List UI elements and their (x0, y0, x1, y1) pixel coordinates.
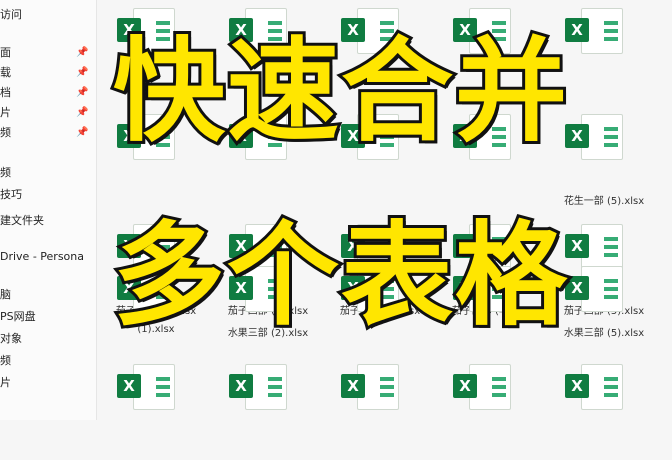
sidebar-item-label: 频 (0, 126, 11, 139)
pin-icon: 📌 (76, 67, 89, 78)
sidebar-item[interactable]: 频 (0, 164, 96, 182)
sidebar-item-label: Drive - Persona (0, 250, 84, 263)
file-item[interactable]: X (212, 350, 324, 460)
sidebar-item[interactable]: PS网盘 (0, 308, 96, 326)
pin-icon: 📌 (76, 87, 89, 98)
file-item[interactable]: X (548, 350, 660, 460)
file-item[interactable]: X (436, 350, 548, 460)
sidebar-item[interactable]: Drive - Persona (0, 248, 96, 266)
sidebar-item[interactable]: 访问 (0, 6, 96, 24)
pin-icon: 📌 (76, 107, 89, 118)
sidebar-item-label: 脑 (0, 288, 11, 301)
sidebar-item-label: 技巧 (0, 188, 22, 201)
sidebar-item[interactable]: 频 (0, 352, 96, 370)
file-item[interactable]: X (100, 350, 212, 460)
sidebar-item-label: 对象 (0, 332, 22, 345)
sidebar-item[interactable]: 片 (0, 374, 96, 392)
file-name: 花生一部 (5).xlsx (563, 196, 645, 207)
excel-file-icon: X (339, 364, 399, 410)
sidebar-item[interactable]: 技巧 (0, 186, 96, 204)
sidebar-item-label: 档 (0, 86, 11, 99)
sidebar-item-label: 访问 (0, 8, 22, 21)
sidebar-item-label: 片 (0, 376, 11, 389)
sidebar-item-label: 频 (0, 166, 11, 179)
navigation-pane[interactable]: 访问面 📌 载 📌 档 📌 片 📌 频 📌 频技巧 建文件夹 Drive - Persona 脑 PS网盘对… (0, 0, 97, 420)
sidebar-item-label: PS网盘 (0, 310, 36, 323)
excel-file-icon: X (227, 364, 287, 410)
sidebar-item[interactable]: 对象 (0, 330, 96, 348)
pin-icon: 📌 (76, 127, 89, 138)
excel-file-icon: X (563, 364, 623, 410)
sidebar-item-label: 频 (0, 354, 11, 367)
sidebar-item-label: 载 (0, 66, 11, 79)
pin-icon: 📌 (76, 47, 89, 58)
excel-file-icon: X (115, 364, 175, 410)
sidebar-item-label: 片 (0, 106, 11, 119)
headline-line-2: 多个表格 (110, 211, 570, 341)
sidebar-item[interactable]: 建文件夹 (0, 212, 96, 230)
sidebar-item-label: 建文件夹 (0, 214, 44, 227)
file-item[interactable]: X (324, 350, 436, 460)
sidebar-item[interactable]: 脑 (0, 286, 96, 304)
sidebar-item-label: 面 (0, 46, 11, 59)
headline-line-1: 快速合并 (110, 27, 570, 157)
excel-file-icon: X (451, 364, 511, 410)
